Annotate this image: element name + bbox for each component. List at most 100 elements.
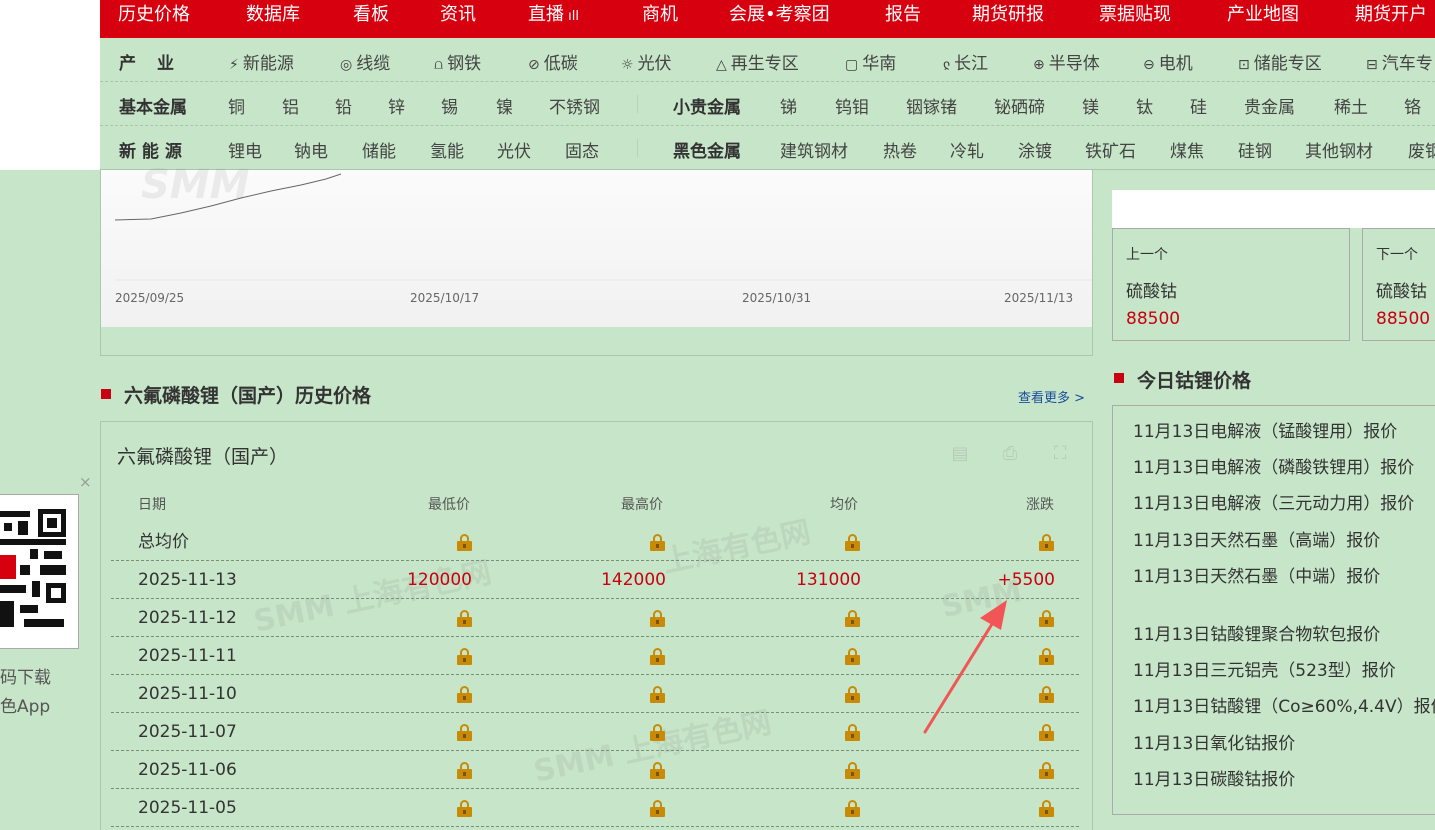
lock-icon[interactable] [650, 648, 665, 665]
topnav-item[interactable]: 商机 [642, 0, 678, 38]
ferrous-item[interactable]: 涂镀 [1018, 137, 1052, 162]
new-energy-item[interactable]: 氢能 [430, 137, 464, 162]
lock-icon[interactable] [845, 610, 860, 627]
today-price-link[interactable]: 11月13日三元铝壳（523型）报价 [1133, 656, 1396, 681]
industry-item-8[interactable]: ⊕ 半导体 [1033, 49, 1100, 74]
lock-icon[interactable] [457, 686, 472, 703]
lock-icon[interactable] [650, 800, 665, 817]
ferrous-item[interactable]: 建筑钢材 [780, 137, 848, 162]
lock-icon[interactable] [650, 724, 665, 741]
topnav-item[interactable]: 产业地图 [1227, 0, 1299, 38]
prev-product-card[interactable]: 上一个 硫酸钴 88500 [1112, 228, 1350, 341]
new-energy-item[interactable]: 储能 [362, 137, 396, 162]
ferrous-item[interactable]: 硅钢 [1238, 137, 1272, 162]
today-price-link[interactable]: 11月13日电解液（磷酸铁锂用）报价 [1133, 453, 1414, 478]
base-metals-item[interactable]: 铝 [282, 93, 299, 118]
topnav-item[interactable]: 票据贴现 [1099, 0, 1171, 38]
topnav-item[interactable]: 数据库 [246, 0, 300, 38]
minor-metals-item[interactable]: 铬 [1404, 93, 1421, 118]
industry-item-5[interactable]: △ 再生专区 [716, 49, 799, 74]
industry-item-1[interactable]: ◎ 线缆 [340, 49, 390, 74]
industry-item-9[interactable]: ⊖ 电机 [1143, 49, 1193, 74]
lock-icon[interactable] [457, 762, 472, 779]
new-energy-item[interactable]: 光伏 [497, 137, 531, 162]
minor-metals-item[interactable]: 稀土 [1334, 93, 1368, 118]
lock-icon[interactable] [457, 648, 472, 665]
lock-icon[interactable] [457, 800, 472, 817]
minor-metals-item[interactable]: 贵金属 [1244, 93, 1295, 118]
lock-icon[interactable] [650, 610, 665, 627]
base-metals-item[interactable]: 铜 [228, 93, 245, 118]
ferrous-item[interactable]: 其他钢材 [1305, 137, 1373, 162]
minor-metals-item[interactable]: 硅 [1190, 93, 1207, 118]
today-price-link[interactable]: 11月13日碳酸钴报价 [1133, 765, 1295, 790]
fullscreen-icon[interactable]: ⛶ [1050, 444, 1070, 464]
lock-icon[interactable] [1039, 762, 1054, 779]
base-metals-item[interactable]: 锌 [388, 93, 405, 118]
lock-icon[interactable] [457, 610, 472, 627]
base-metals-item[interactable]: 镍 [496, 93, 513, 118]
base-metals-item[interactable]: 锡 [441, 93, 458, 118]
topnav-item[interactable]: 资讯 [440, 0, 476, 38]
lock-icon[interactable] [845, 800, 860, 817]
industry-item-4[interactable]: ☼ 光伏 [621, 49, 672, 74]
print-icon[interactable]: ⎙ [1000, 444, 1020, 464]
minor-metals-item[interactable]: 钨钼 [835, 93, 869, 118]
minor-metals-item[interactable]: 镁 [1082, 93, 1099, 118]
industry-item-7[interactable]: ჺ 长江 [943, 49, 988, 74]
lock-icon[interactable] [1039, 610, 1054, 627]
lock-icon[interactable] [1039, 800, 1054, 817]
industry-item-3[interactable]: ⊘ 低碳 [528, 49, 578, 74]
industry-item-10[interactable]: ⊡ 储能专区 [1238, 49, 1322, 74]
base-metals-item[interactable]: 铅 [335, 93, 352, 118]
industry-item-0[interactable]: ⚡ 新能源 [229, 49, 294, 74]
today-price-link[interactable]: 11月13日钴酸锂（Co≥60%,4.4V）报价 [1133, 692, 1435, 717]
lock-icon[interactable] [1039, 648, 1054, 665]
today-price-link[interactable]: 11月13日天然石墨（高端）报价 [1133, 526, 1380, 551]
lock-icon[interactable] [845, 724, 860, 741]
topnav-item[interactable]: 历史价格 [118, 0, 190, 38]
new-energy-item[interactable]: 锂电 [228, 137, 262, 162]
view-more-link[interactable]: 查看更多 > [1018, 387, 1085, 406]
ferrous-item[interactable]: 废钢 [1408, 137, 1435, 162]
topnav-item[interactable]: 期货研报 [972, 0, 1044, 38]
today-price-link[interactable]: 11月13日电解液（锰酸锂用）报价 [1133, 417, 1397, 442]
lock-icon[interactable] [1039, 724, 1054, 741]
topnav-item[interactable]: 直播 ıll [528, 0, 579, 38]
today-price-link[interactable]: 11月13日钴酸锂聚合物软包报价 [1133, 620, 1380, 645]
lock-icon[interactable] [457, 724, 472, 741]
topnav-item[interactable]: 看板 [353, 0, 389, 38]
base-metals-item[interactable]: 不锈钢 [549, 93, 600, 118]
lock-icon[interactable] [845, 686, 860, 703]
lock-icon[interactable] [845, 648, 860, 665]
lock-icon[interactable] [845, 762, 860, 779]
lock-icon[interactable] [650, 686, 665, 703]
today-price-link[interactable]: 11月13日天然石墨（中端）报价 [1133, 562, 1380, 587]
industry-item-2[interactable]: ⩍ 钢铁 [434, 49, 481, 74]
today-price-link[interactable]: 11月13日电解液（三元动力用）报价 [1133, 489, 1414, 514]
lock-icon[interactable] [457, 534, 472, 551]
today-price-link[interactable]: 11月13日氧化钴报价 [1133, 729, 1295, 754]
topnav-item[interactable]: 报告 [885, 0, 921, 38]
lock-icon[interactable] [845, 534, 860, 551]
topnav-item[interactable]: 会展•考察团 [729, 0, 830, 38]
ferrous-item[interactable]: 冷轧 [950, 137, 984, 162]
industry-item-6[interactable]: ▢ 华南 [845, 49, 896, 74]
industry-item-11[interactable]: ⊟ 汽车专 [1366, 49, 1433, 74]
lock-icon[interactable] [1039, 686, 1054, 703]
lock-icon[interactable] [650, 762, 665, 779]
ferrous-item[interactable]: 热卷 [883, 137, 917, 162]
export-excel-icon[interactable]: ▤ [950, 444, 970, 464]
minor-metals-item[interactable]: 铋硒碲 [994, 93, 1045, 118]
new-energy-item[interactable]: 固态 [565, 137, 599, 162]
new-energy-item[interactable]: 钠电 [294, 137, 328, 162]
next-product-card[interactable]: 下一个 硫酸钴 88500 [1362, 228, 1435, 341]
minor-metals-item[interactable]: 钛 [1136, 93, 1153, 118]
lock-icon[interactable] [650, 534, 665, 551]
minor-metals-item[interactable]: 锑 [780, 93, 797, 118]
lock-icon[interactable] [1039, 534, 1054, 551]
topnav-item[interactable]: 期货开户 [1355, 0, 1427, 38]
qr-close-icon[interactable]: × [79, 473, 92, 491]
ferrous-item[interactable]: 煤焦 [1170, 137, 1204, 162]
ferrous-item[interactable]: 铁矿石 [1085, 137, 1136, 162]
